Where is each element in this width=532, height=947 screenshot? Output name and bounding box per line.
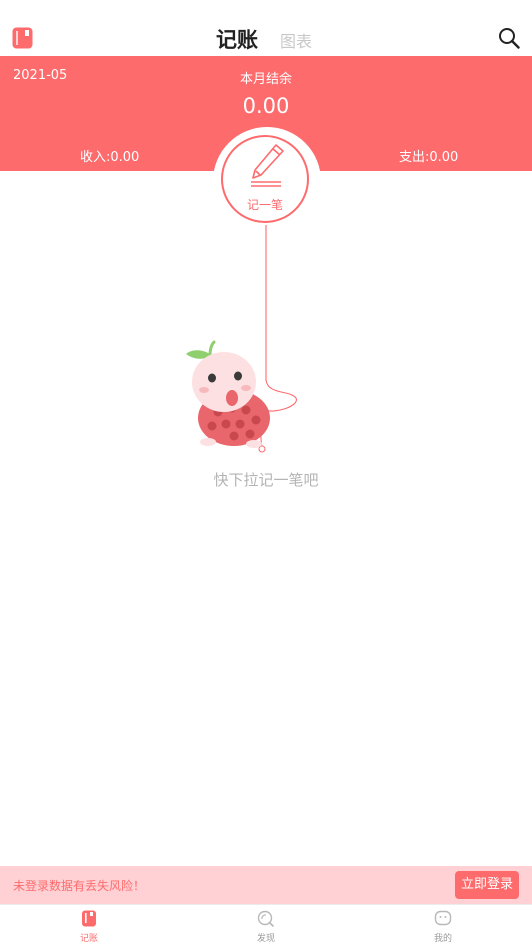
nav-label-ledger: 记账 <box>79 934 98 944</box>
nav-item-ledger[interactable]: 记账 <box>49 904 129 946</box>
empty-state-hint: 快下拉记一笔吧 <box>213 471 319 489</box>
nav-label-discover: 发现 <box>256 934 275 944</box>
tab-ledger[interactable]: 记账 <box>216 24 258 54</box>
login-warning-text: 未登录数据有丢失风险！ <box>13 879 146 893</box>
ledger-icon <box>82 910 96 927</box>
balance-value: 0.00 <box>242 94 290 118</box>
login-button[interactable]: 立即登录 <box>455 871 519 899</box>
nav-item-discover[interactable]: 发现 <box>226 904 306 946</box>
balance-label: 本月结余 <box>239 72 292 87</box>
income-total: 收入:0.00 <box>80 150 140 165</box>
expense-total: 支出:0.00 <box>399 150 459 165</box>
profile-icon <box>434 910 452 926</box>
discover-icon <box>257 910 274 927</box>
lychee-mascot <box>186 340 270 448</box>
record-button-label: 记一笔 <box>246 198 283 212</box>
search-icon[interactable] <box>498 27 520 49</box>
book-icon[interactable] <box>12 27 33 49</box>
pencil-icon <box>251 144 284 187</box>
top-bar <box>0 0 532 56</box>
nav-item-profile[interactable]: 我的 <box>403 904 483 946</box>
tab-charts[interactable]: 图表 <box>280 28 312 52</box>
nav-label-profile: 我的 <box>433 934 452 944</box>
